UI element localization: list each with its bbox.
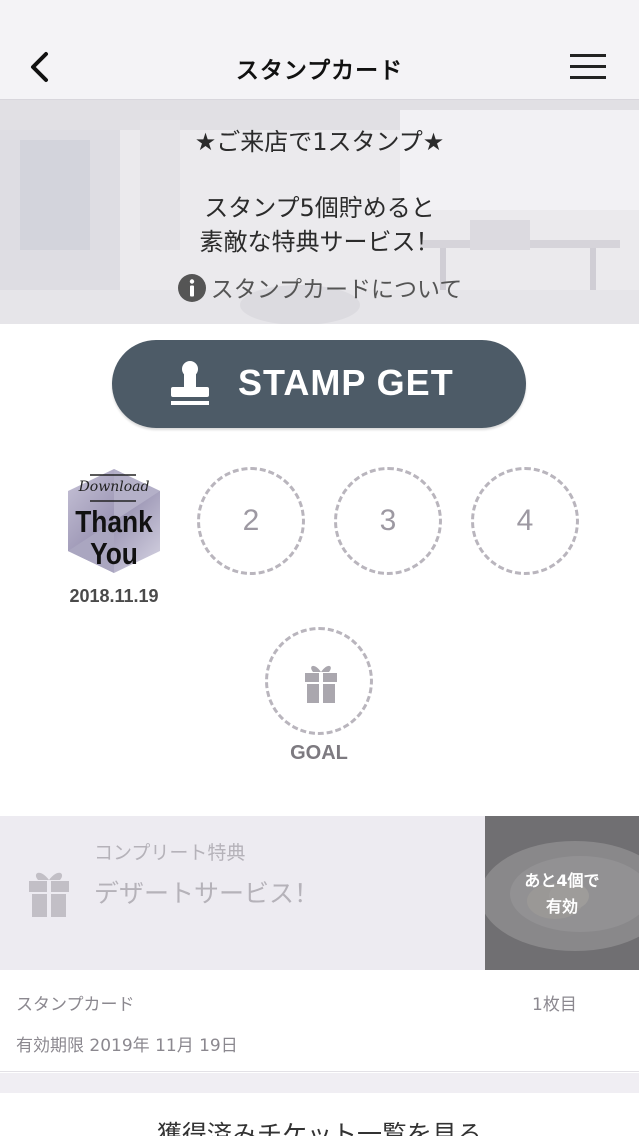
stamp-date: 2018.11.19	[69, 586, 159, 606]
stamp-get-button[interactable]: STAMP GET	[112, 340, 526, 428]
card-count: 1枚目	[532, 995, 577, 1015]
hero-headline: ★ご来店で1スタンプ★	[194, 128, 445, 156]
about-stampcard-link[interactable]: スタンプカードについて	[0, 270, 639, 304]
remaining-line2: 有効	[545, 897, 578, 916]
expiry-date: 有効期限 2019年 11月 19日	[16, 1036, 238, 1056]
gift-icon	[29, 872, 69, 917]
stamp-slot-3: 3	[334, 467, 442, 575]
nav-bar: スタンプカード	[0, 34, 639, 100]
stamp-slot-goal	[265, 627, 373, 735]
hero-banner: ★ご来店で1スタンプ★ スタンプ5個貯めると 素敵な特典サービス！ スタンプカー…	[0, 100, 639, 324]
ticket-list-link[interactable]: 獲得済みチケット一覧を見る	[0, 1093, 639, 1136]
hero-description-line2: 素敵な特典サービス！	[199, 228, 440, 256]
complete-reward-panel[interactable]: コンプリート特典 デザートサービス！ あと4個で 有効	[0, 816, 639, 970]
section-divider	[0, 1073, 639, 1093]
card-info: スタンプカード 1枚目 有効期限 2019年 11月 19日	[0, 970, 639, 1072]
stamp-slot-2: 2	[197, 467, 305, 575]
hero-description-line1: スタンプ5個貯めると	[204, 194, 435, 222]
stamp-get-label: STAMP GET	[238, 362, 454, 403]
stamp-slot-4: 4	[471, 467, 579, 575]
gift-icon	[305, 665, 337, 703]
remaining-stamps-text: あと4個で 有効	[485, 868, 639, 920]
about-stampcard-label: スタンプカードについて	[210, 277, 463, 303]
card-label: スタンプカード	[16, 995, 135, 1015]
status-bar	[0, 0, 639, 34]
stamp-badge-line2: You	[90, 536, 138, 571]
stamp-icon	[171, 361, 209, 405]
hamburger-menu-icon[interactable]	[566, 50, 610, 84]
stamp-badge-top: Download	[78, 479, 150, 495]
goal-label: GOAL	[290, 742, 348, 764]
info-icon	[177, 274, 206, 302]
complete-reward-name: デザートサービス！	[94, 879, 320, 908]
complete-reward-title: コンプリート特典	[94, 842, 246, 864]
remaining-line1: あと4個で	[524, 871, 600, 890]
stamp-badge-line1: Thank	[75, 504, 153, 539]
reward-thumbnail: あと4個で 有効	[485, 816, 639, 970]
page-title: スタンプカード	[235, 58, 404, 84]
